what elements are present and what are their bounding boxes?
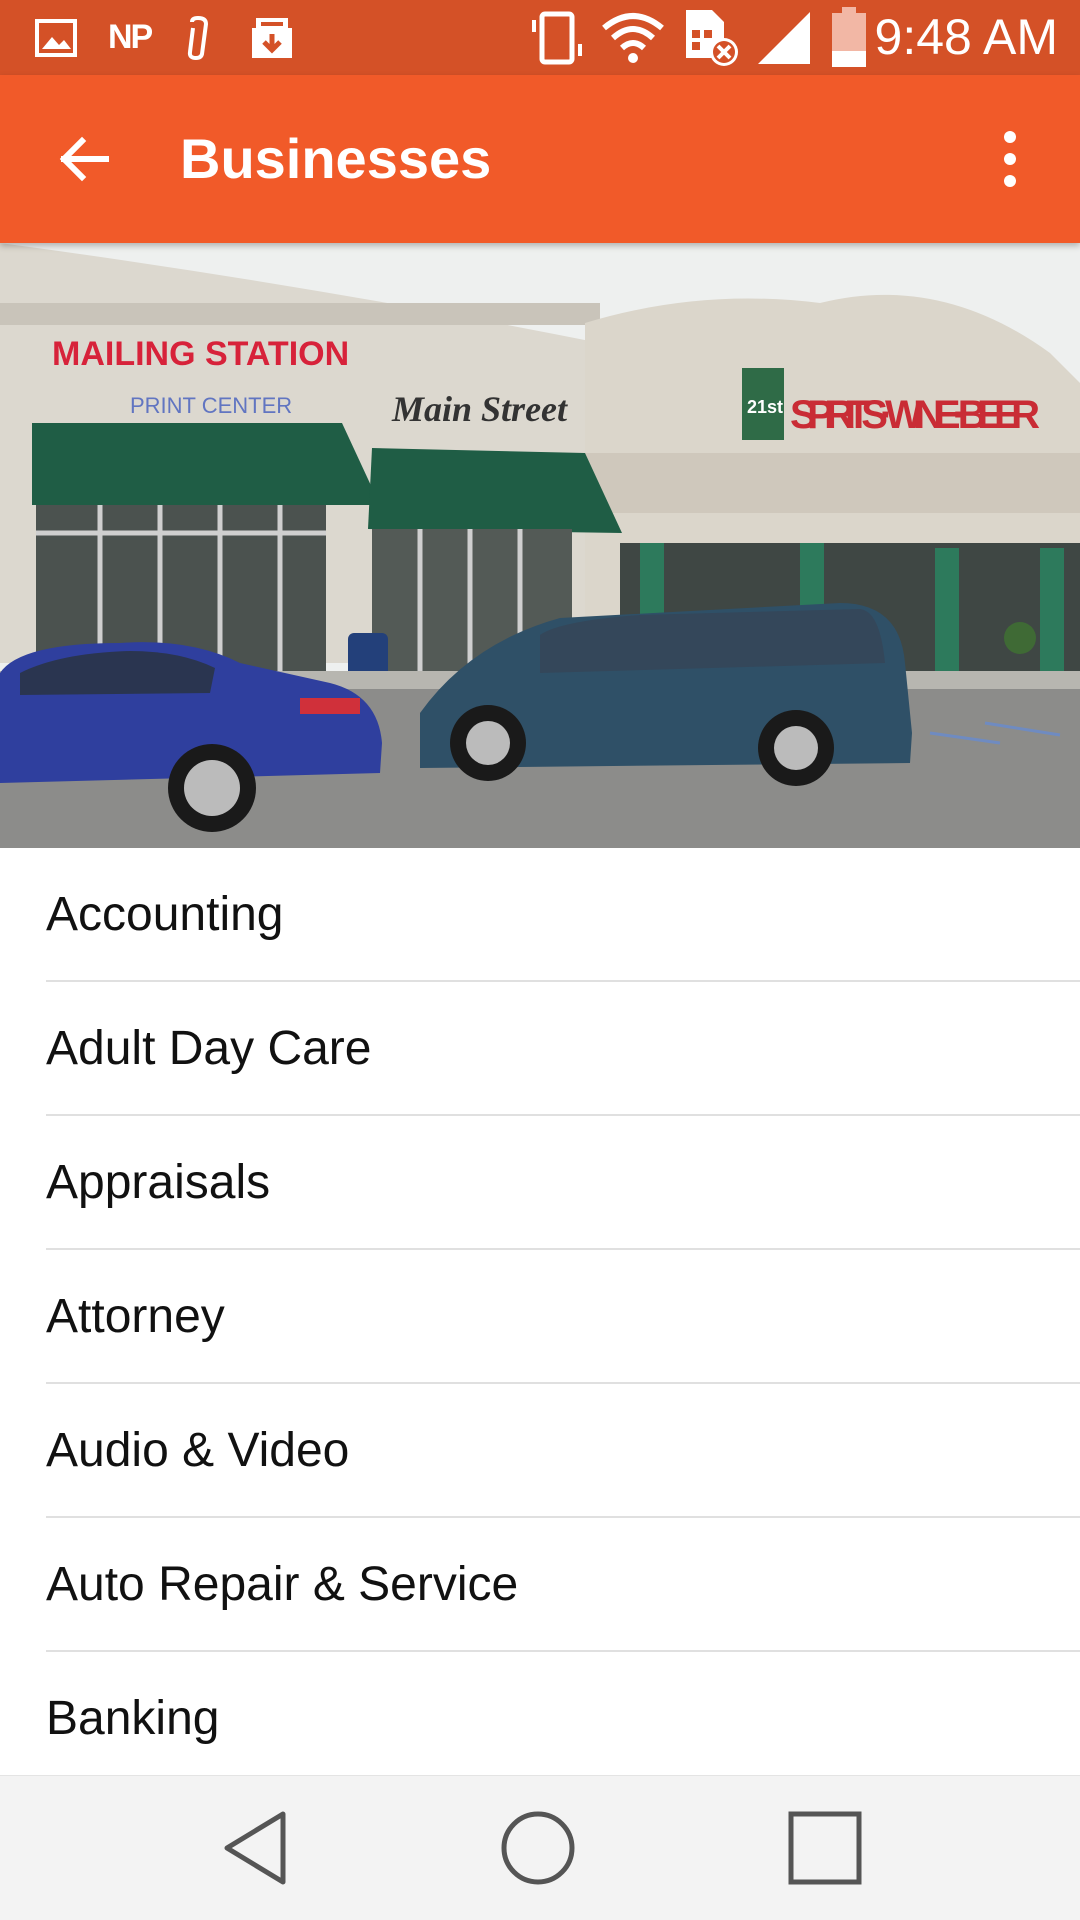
back-button[interactable] [40,115,128,203]
spirits-logo: 21st [747,397,783,417]
sim-error-icon [682,0,742,75]
nav-back-icon [224,1811,286,1885]
list-item-adult-day-care[interactable]: Adult Day Care [46,982,1080,1116]
system-nav-bar [0,1775,1080,1920]
nav-recents-button[interactable] [775,1798,875,1898]
mailing-station-sign: MAILING STATION [52,335,349,373]
list-item-appraisals[interactable]: Appraisals [46,1116,1080,1250]
nav-recents-icon [788,1811,862,1885]
wifi-icon [600,0,666,75]
more-options-button[interactable] [966,115,1054,203]
status-bar: NP 9:48 AM [0,0,1080,75]
signal-icon [756,0,812,75]
list-item-accounting[interactable]: Accounting [46,848,1080,982]
download-box-icon [248,0,296,75]
list-item-banking[interactable]: Banking [46,1652,1080,1784]
main-street-sign: Main Street [391,389,568,429]
clip-icon [184,0,214,75]
back-arrow-icon [59,136,109,182]
app-bar: Businesses [0,75,1080,243]
category-list: Accounting Adult Day Care Appraisals Att… [0,848,1080,1784]
list-item-auto-repair-service[interactable]: Auto Repair & Service [46,1518,1080,1652]
page-title: Businesses [180,127,492,190]
spirits-wine-beer-sign: SPIRITS · WINE · BEER [790,393,1040,437]
np-icon: NP [108,18,153,56]
image-icon [34,0,78,75]
status-time: 9:48 AM [874,9,1058,65]
nav-home-button[interactable] [488,1798,588,1898]
nav-home-icon [501,1811,575,1885]
vibrate-icon [528,0,588,75]
print-center-sign: PRINT CENTER [130,393,292,418]
nav-back-button[interactable] [205,1798,305,1898]
hero-image: MAILING STATION PRINT CENTER Main Street… [0,243,1080,848]
battery-icon [830,0,868,75]
list-item-attorney[interactable]: Attorney [46,1250,1080,1384]
more-vert-icon [1004,131,1016,187]
list-item-audio-video[interactable]: Audio & Video [46,1384,1080,1518]
